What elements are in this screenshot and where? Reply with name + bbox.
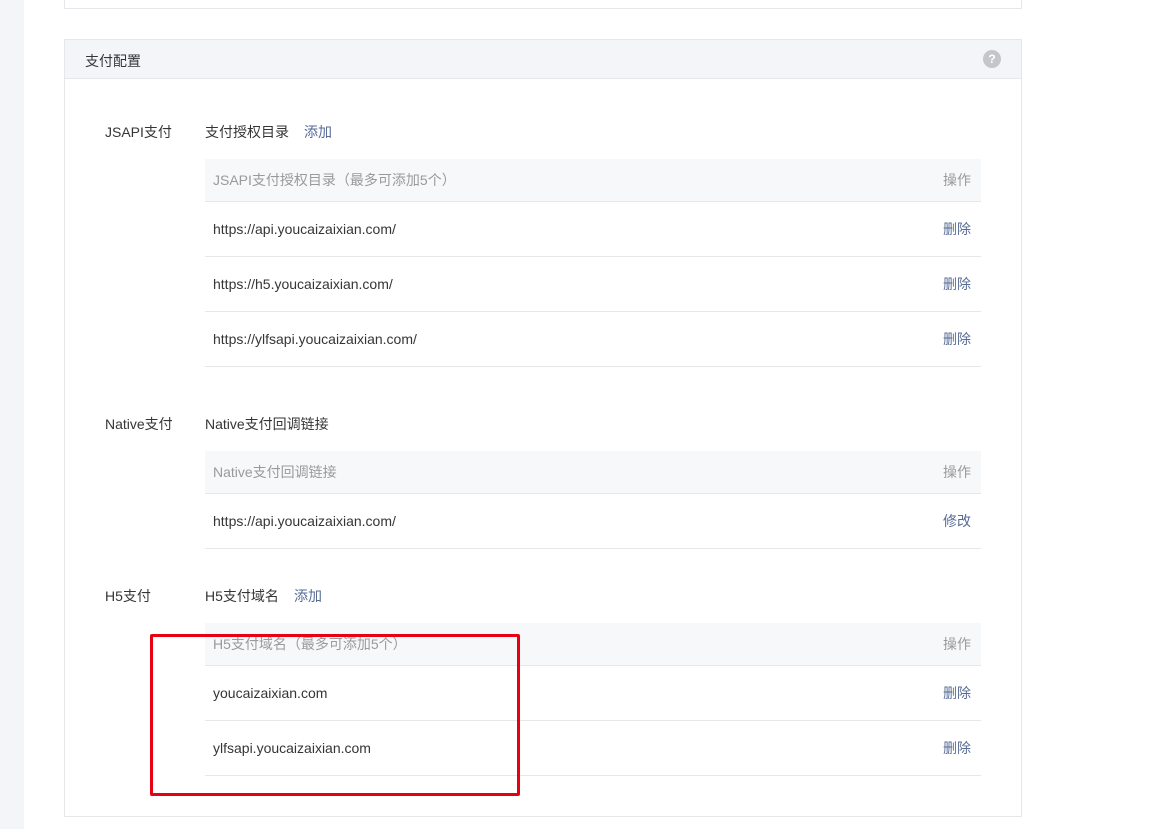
- column-header-callback: Native支付回调链接: [213, 464, 337, 480]
- table-row: https://h5.youcaizaixian.com/ 删除: [205, 257, 981, 312]
- jsapi-auth-dir-table: JSAPI支付授权目录（最多可添加5个） 操作 https://api.youc…: [205, 159, 981, 367]
- row-domain: ylfsapi.youcaizaixian.com: [213, 740, 371, 756]
- table-header: JSAPI支付授权目录（最多可添加5个） 操作: [205, 159, 981, 202]
- table-row: https://api.youcaizaixian.com/ 修改: [205, 494, 981, 549]
- row-domain: youcaizaixian.com: [213, 685, 328, 701]
- delete-link[interactable]: 删除: [943, 329, 971, 349]
- h5-section-label: H5支付: [105, 588, 151, 604]
- native-callback-title: Native支付回调链接: [205, 416, 329, 432]
- table-row: youcaizaixian.com 删除: [205, 666, 981, 721]
- panel-header: 支付配置 ?: [65, 40, 1021, 79]
- jsapi-add-link[interactable]: 添加: [304, 122, 332, 142]
- panel-title: 支付配置: [85, 53, 141, 69]
- jsapi-section-label: JSAPI支付: [105, 124, 172, 140]
- row-url: https://ylfsapi.youcaizaixian.com/: [213, 331, 417, 347]
- row-url: https://h5.youcaizaixian.com/: [213, 276, 393, 292]
- delete-link[interactable]: 删除: [943, 219, 971, 239]
- help-icon[interactable]: ?: [983, 50, 1001, 68]
- h5-domain-table: H5支付域名（最多可添加5个） 操作 youcaizaixian.com 删除 …: [205, 623, 981, 776]
- table-header: H5支付域名（最多可添加5个） 操作: [205, 623, 981, 666]
- left-sidebar-edge: [0, 0, 24, 829]
- jsapi-auth-dir-title: 支付授权目录: [205, 124, 289, 140]
- delete-link[interactable]: 删除: [943, 683, 971, 703]
- row-url: https://api.youcaizaixian.com/: [213, 221, 396, 237]
- column-header-action: 操作: [943, 172, 971, 188]
- column-header-action: 操作: [943, 636, 971, 652]
- native-callback-table: Native支付回调链接 操作 https://api.youcaizaixia…: [205, 451, 981, 549]
- table-row: https://ylfsapi.youcaizaixian.com/ 删除: [205, 312, 981, 367]
- delete-link[interactable]: 删除: [943, 738, 971, 758]
- table-row: ylfsapi.youcaizaixian.com 删除: [205, 721, 981, 776]
- h5-domain-title: H5支付域名: [205, 588, 279, 604]
- payment-config-panel: 支付配置 ? JSAPI支付 支付授权目录 添加 JSAPI支付授权目录（最多可…: [64, 39, 1022, 817]
- column-header-dir: JSAPI支付授权目录（最多可添加5个）: [213, 172, 456, 188]
- previous-panel-bottom: [64, 0, 1022, 9]
- column-header-action: 操作: [943, 464, 971, 480]
- edit-link[interactable]: 修改: [943, 511, 971, 531]
- column-header-domain: H5支付域名（最多可添加5个）: [213, 636, 407, 652]
- table-header: Native支付回调链接 操作: [205, 451, 981, 494]
- h5-add-link[interactable]: 添加: [294, 586, 322, 606]
- delete-link[interactable]: 删除: [943, 274, 971, 294]
- native-section-label: Native支付: [105, 416, 173, 432]
- row-url: https://api.youcaizaixian.com/: [213, 513, 396, 529]
- table-row: https://api.youcaizaixian.com/ 删除: [205, 202, 981, 257]
